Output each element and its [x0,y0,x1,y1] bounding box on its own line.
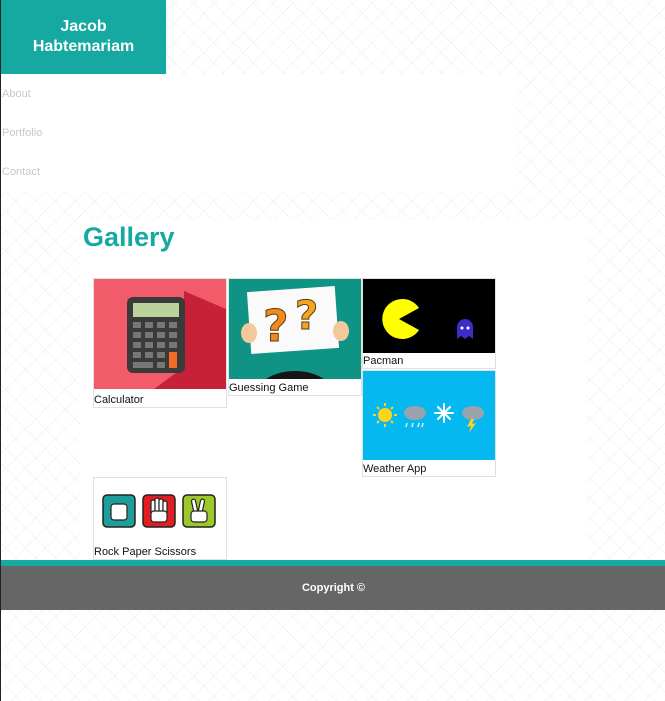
site-brand[interactable]: Jacob Habtemariam [1,0,166,74]
project-caption-pacman: Pacman [363,355,404,367]
hand-signs-thumbnail [94,478,226,544]
project-card-calculator[interactable]: Calculator [93,278,227,408]
project-card-rock-paper-scissors[interactable]: Rock Paper Scissors [93,477,227,560]
project-card-pacman[interactable]: Pacman [362,278,496,369]
weather-thumbnail [363,371,495,460]
weather-icon [363,371,495,460]
hand-signs-icon [94,478,226,544]
nav-link-portfolio[interactable]: Portfolio [2,127,42,139]
brand-name-line2: Habtemariam [32,38,135,55]
question-mark-icon: ? ? [229,279,361,379]
brand-name-line1: Jacob [60,18,107,35]
project-card-weather-app[interactable]: Weather App [362,370,496,477]
site-footer: Copyright © [1,566,665,610]
svg-text:?: ? [263,301,289,352]
copyright-text: Copyright © [301,582,366,594]
nav-link-about[interactable]: About [2,88,31,100]
project-card-guessing-game[interactable]: ? ? Guessing Game [228,278,362,396]
nav-link-contact[interactable]: Contact [2,166,40,178]
calculator-icon [94,279,226,389]
pacman-thumbnail [363,279,495,353]
project-caption-rock-paper-scissors: Rock Paper Scissors [94,546,197,558]
project-caption-calculator: Calculator [94,394,144,406]
gallery-title: Gallery [83,222,175,252]
pacman-icon [363,279,495,353]
project-caption-weather-app: Weather App [363,463,427,475]
question-marks-thumbnail: ? ? [229,279,361,379]
svg-text:?: ? [295,293,318,339]
main-nav: About Portfolio Contact [1,74,515,192]
calculator-thumbnail [94,279,226,389]
project-caption-guessing-game: Guessing Game [229,382,309,394]
